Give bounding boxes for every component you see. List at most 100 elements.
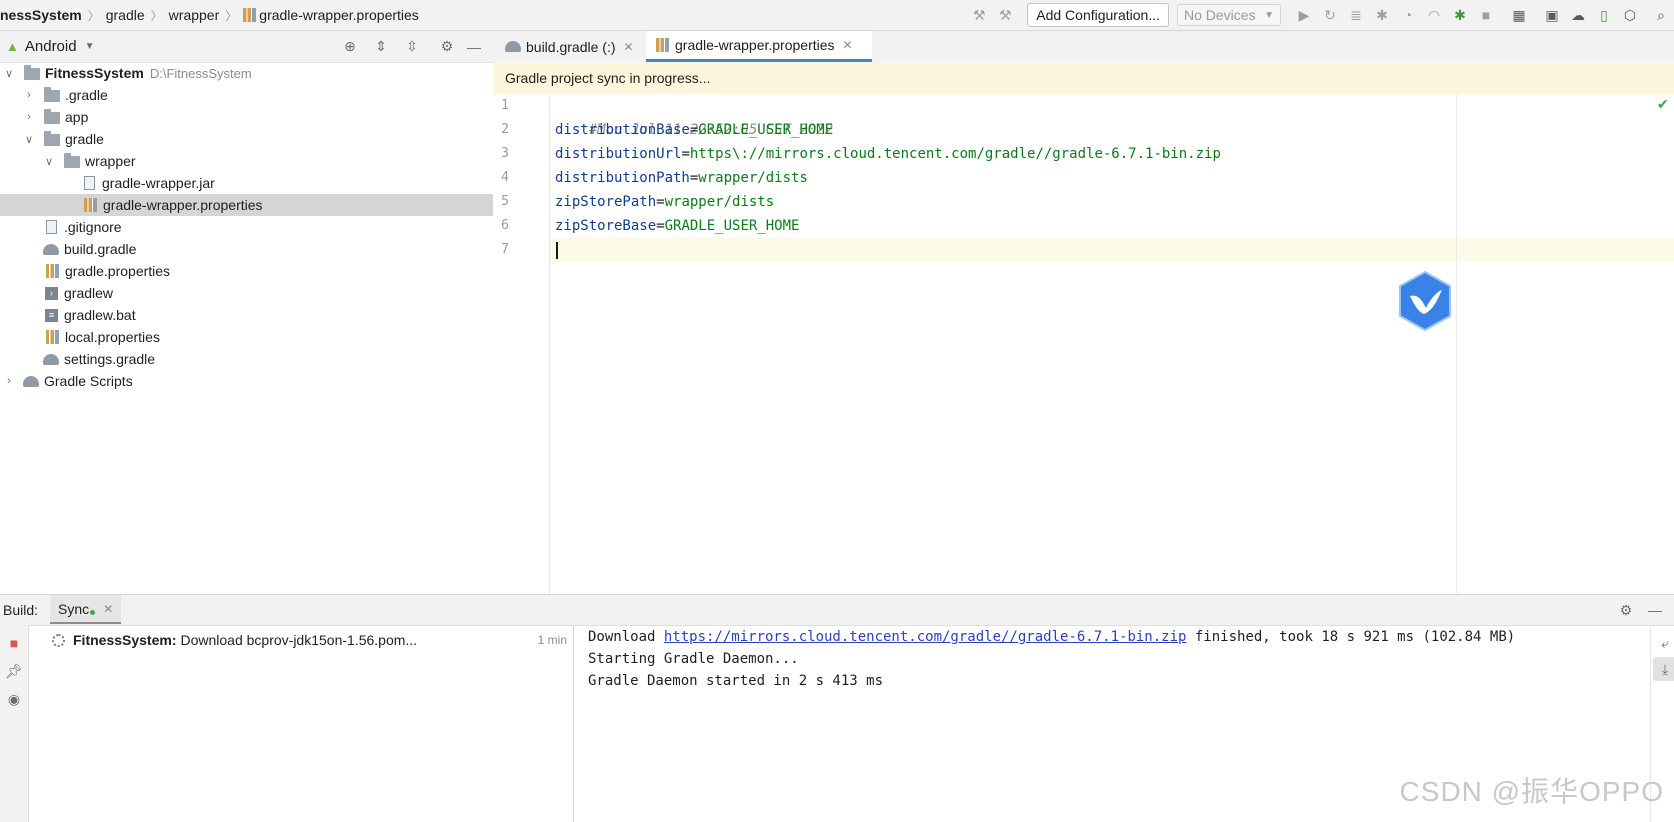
properties-file-icon (46, 330, 59, 344)
tab-sync[interactable]: Sync ✕ (50, 595, 122, 624)
tab-label: build.gradle (:) (526, 38, 616, 55)
tree-item-fitnesssystem[interactable]: ∨ FitnessSystem D:\FitnessSystem (0, 62, 493, 84)
loading-spinner-icon (52, 633, 65, 647)
project-view-select[interactable]: ▲ Android ▼ (6, 31, 94, 62)
tab-build-gradle[interactable]: build.gradle (:) ✕ (497, 31, 645, 62)
tree-item-gradle[interactable]: ∨ gradle (0, 128, 493, 150)
chevron-down-icon[interactable]: ∨ (2, 67, 16, 80)
project-panel-tools: ⊕ ⇕ ⇳ ⚙ — (337, 31, 487, 62)
chevron-right-icon[interactable]: › (22, 111, 36, 123)
attach-debugger-icon[interactable]: ✱ (1448, 3, 1472, 27)
hammer-icon[interactable]: ⚒ (993, 3, 1017, 27)
close-icon[interactable]: ✕ (843, 38, 853, 52)
build-panel-title: Build: (3, 602, 39, 618)
no-problems-check-icon[interactable]: ✔ (1657, 96, 1669, 113)
eye-icon[interactable]: ◉ (2, 687, 26, 711)
build-task-item[interactable]: FitnessSystem: Download bcprov-jdk15on-1… (52, 629, 417, 651)
pin-icon[interactable]: 📌︎ (2, 659, 26, 683)
breadcrumb-gradle[interactable]: gradle (100, 7, 151, 23)
chevron-right-icon[interactable]: › (2, 375, 16, 387)
properties-file-icon (84, 198, 97, 212)
collapse-all-icon[interactable]: ⇳ (400, 35, 424, 59)
tree-item-settings-gradle[interactable]: settings.gradle (0, 348, 493, 370)
chevron-right-icon: 〉 (225, 8, 238, 23)
soft-wrap-icon[interactable]: ⤶ (1653, 631, 1674, 655)
profile-icon[interactable]: ◔ (1396, 3, 1420, 27)
property-key: zipStoreBase (555, 218, 657, 234)
tree-item-gradle-scripts[interactable]: › Gradle Scripts (0, 370, 493, 392)
scroll-to-end-icon[interactable]: ⤓ (1653, 657, 1674, 681)
run-icon[interactable]: ▶ (1292, 3, 1316, 27)
sdk-manager-icon[interactable]: ⬡ (1618, 3, 1642, 27)
add-configuration-button[interactable]: Add Configuration... (1027, 3, 1169, 27)
code-line: #Mon Jul 11 22:52:05 CST 2022 (555, 94, 833, 138)
project-structure-icon[interactable]: ▦ (1507, 3, 1531, 27)
apply-changes-icon[interactable]: ≣ (1344, 3, 1368, 27)
tree-item-gitignore[interactable]: .gitignore (0, 216, 493, 238)
gear-icon[interactable]: ⚙ (1614, 598, 1638, 622)
gradle-sync-icon[interactable]: ☁ (1566, 3, 1590, 27)
build-task-tree: FitnessSystem: Download bcprov-jdk15on-1… (28, 625, 574, 822)
locate-icon[interactable]: ⊕ (338, 35, 362, 59)
properties-file-icon (656, 38, 669, 52)
code-line: zipStoreBase=GRADLE_USER_HOME (555, 214, 799, 238)
stop-icon[interactable]: ■ (1474, 3, 1498, 27)
running-status-icon (90, 610, 96, 615)
download-link[interactable]: https://mirrors.cloud.tencent.com/gradle… (664, 629, 1187, 645)
close-icon[interactable]: ✕ (103, 602, 113, 616)
console-line: Download https://mirrors.cloud.tencent.c… (588, 625, 1515, 649)
tree-item-gradle-wrapper-jar[interactable]: gradle-wrapper.jar (0, 172, 493, 194)
floating-assistant-bird-icon[interactable] (1396, 270, 1454, 332)
debug-icon[interactable]: ✱ (1370, 3, 1394, 27)
sync-banner-text: Gradle project sync in progress... (505, 70, 711, 86)
chevron-down-icon[interactable]: ∨ (22, 133, 36, 146)
build-task-time: 1 min (537, 633, 567, 647)
chevron-down-icon[interactable]: ∨ (42, 155, 56, 168)
gradle-elephant-icon (43, 243, 59, 255)
console-text: Download (588, 629, 664, 645)
device-select[interactable]: No Devices ▼ (1177, 4, 1281, 26)
console-line: Gradle Daemon started in 2 s 413 ms (588, 673, 884, 689)
tree-item-build-gradle[interactable]: build.gradle (0, 238, 493, 260)
property-value: https\://mirrors.cloud.tencent.com/gradl… (689, 146, 1221, 162)
close-icon[interactable]: ✕ (624, 40, 634, 54)
tab-gradle-wrapper-properties[interactable]: gradle-wrapper.properties ✕ (646, 31, 872, 62)
stop-icon[interactable]: ■ (2, 631, 26, 655)
chevron-right-icon[interactable]: › (22, 89, 36, 101)
line-number: 5 (501, 194, 509, 209)
hammer-icon[interactable]: ⚒ (967, 3, 991, 27)
coverage-icon[interactable]: ◠ (1422, 3, 1446, 27)
project-folder-icon (24, 65, 40, 80)
tree-item-app[interactable]: › app (0, 106, 493, 128)
device-manager-icon[interactable]: ▯ (1592, 3, 1616, 27)
navigation-bar: nessSystem 〉 gradle 〉 wrapper 〉 gradle-w… (0, 0, 1674, 31)
rerun-icon[interactable]: ↻ (1318, 3, 1342, 27)
property-key: distributionUrl (555, 146, 682, 162)
build-task-project: FitnessSystem: (73, 632, 177, 648)
console-line: Starting Gradle Daemon... (588, 651, 799, 667)
tree-item-label: app (65, 109, 89, 125)
line-number: 1 (501, 98, 509, 113)
tree-item-gradlew[interactable]: › gradlew (0, 282, 493, 304)
tree-item-gradle-properties[interactable]: gradle.properties (0, 260, 493, 282)
tree-item-label: Gradle Scripts (44, 373, 133, 389)
expand-all-icon[interactable]: ⇕ (369, 35, 393, 59)
terminal-icon[interactable]: ▣ (1540, 3, 1564, 27)
tree-item-gradlew-bat[interactable]: ≡ gradlew.bat (0, 304, 493, 326)
minimize-icon[interactable]: — (1643, 598, 1667, 622)
gear-icon[interactable]: ⚙ (435, 35, 459, 59)
project-tree: ∨ FitnessSystem D:\FitnessSystem › .grad… (0, 62, 493, 594)
project-path: D:\FitnessSystem (149, 65, 252, 81)
code-editor[interactable]: 1 2 3 4 5 6 7 #Mon Jul 11 22:52:05 CST 2… (493, 94, 1674, 594)
minimize-icon[interactable]: — (462, 35, 486, 59)
breadcrumb-project[interactable]: nessSystem (0, 7, 88, 23)
breadcrumb-wrapper[interactable]: wrapper (163, 7, 226, 23)
search-icon[interactable]: ⌕ (1649, 3, 1673, 27)
tree-item-local-properties[interactable]: local.properties (0, 326, 493, 348)
property-separator: = (656, 218, 665, 234)
breadcrumb-file[interactable]: gradle-wrapper.properties (259, 7, 425, 23)
tree-item-wrapper[interactable]: ∨ wrapper (0, 150, 493, 172)
tree-item-dot-gradle[interactable]: › .gradle (0, 84, 493, 106)
tree-item-label: gradle (65, 131, 104, 147)
tree-item-gradle-wrapper-properties[interactable]: gradle-wrapper.properties (0, 194, 493, 216)
